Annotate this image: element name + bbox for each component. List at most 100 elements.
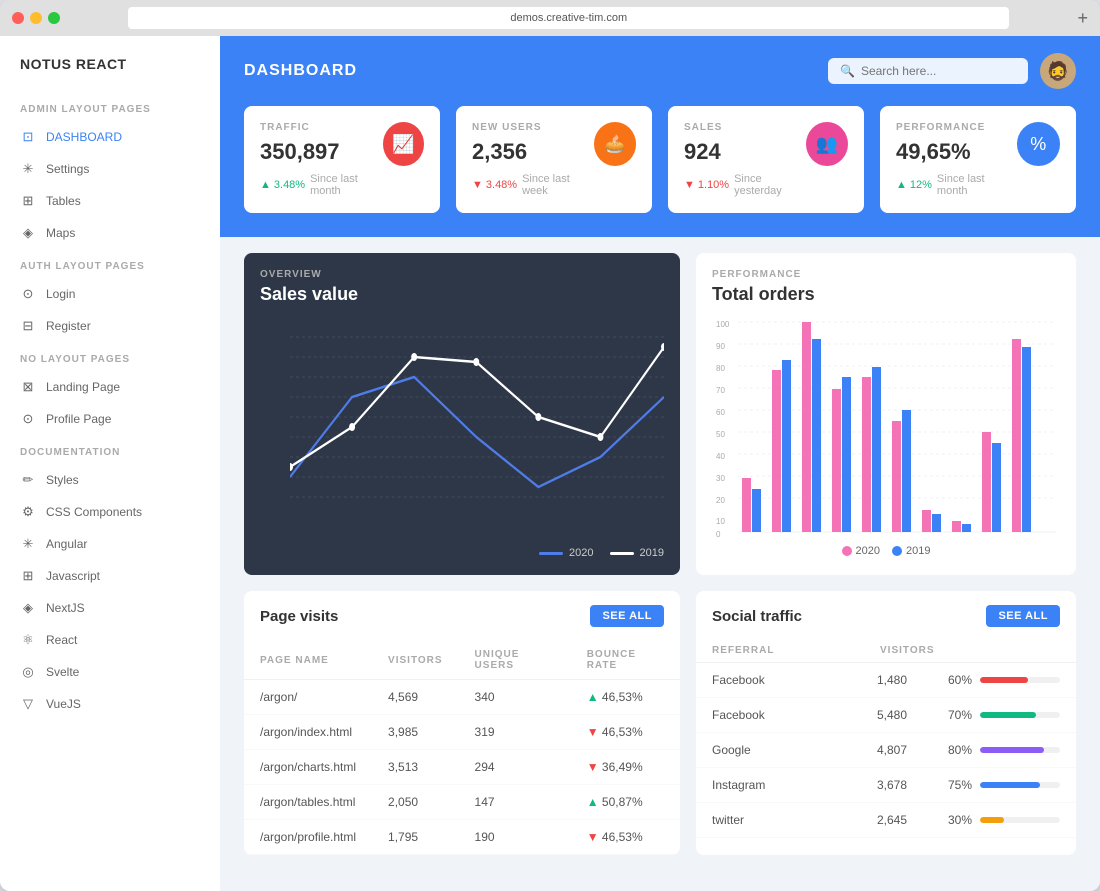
stat-icon-sales: 👥 xyxy=(806,122,848,166)
sidebar-item-profile[interactable]: ⊙ Profile Page xyxy=(0,403,220,435)
stat-change-performance: ▲ 12% Since last month xyxy=(896,173,1017,197)
social-name: Facebook xyxy=(712,673,877,687)
stat-change-pct-sales: 1.10% xyxy=(698,179,729,191)
minimize-dot[interactable] xyxy=(30,12,42,24)
login-icon: ⊙ xyxy=(20,286,36,302)
stat-change-pct-new-users: 3.48% xyxy=(486,179,517,191)
social-see-all[interactable]: SEE ALL xyxy=(986,605,1060,627)
nextjs-icon: ◈ xyxy=(20,600,36,616)
close-dot[interactable] xyxy=(12,12,24,24)
social-visitors-val: 4,807 xyxy=(877,743,937,757)
svg-text:20: 20 xyxy=(716,496,725,505)
new-tab-button[interactable]: + xyxy=(1077,9,1088,27)
sidebar: NOTUS REACT ADMIN LAYOUT PAGES ⊡ DASHBOA… xyxy=(0,36,220,891)
col-visitors: VISITORS xyxy=(372,641,459,680)
login-label: Login xyxy=(46,287,75,301)
stat-change-traffic: ▲ 3.48% Since last month xyxy=(260,173,383,197)
stat-label-sales: SALES xyxy=(684,122,806,133)
table-row: /argon/tables.html 2,050 147 ▲ 50,87% xyxy=(244,785,680,820)
line-chart-container xyxy=(260,317,664,537)
sidebar-item-react[interactable]: ⚛ React xyxy=(0,624,220,656)
sidebar-item-angular[interactable]: ✳ Angular xyxy=(0,528,220,560)
stat-value-sales: 924 xyxy=(684,139,806,165)
stat-label-performance: PERFORMANCE xyxy=(896,122,1017,133)
sidebar-section-label: ADMIN LAYOUT PAGES xyxy=(0,92,220,121)
bar-dot-2020 xyxy=(842,546,852,556)
svg-text:0: 0 xyxy=(716,530,721,537)
tables-section: Page visits SEE ALL PAGE NAME VISITORS U… xyxy=(220,591,1100,879)
sidebar-item-settings[interactable]: ✳ Settings xyxy=(0,153,220,185)
col-bounce: BOUNCE RATE xyxy=(571,641,680,680)
cell-page: /argon/index.html xyxy=(244,715,372,750)
sidebar-item-landing[interactable]: ⊠ Landing Page xyxy=(0,371,220,403)
browser-toolbar: demos.creative-tim.com + xyxy=(0,0,1100,36)
page-visits-card: Page visits SEE ALL PAGE NAME VISITORS U… xyxy=(244,591,680,855)
cell-page: /argon/ xyxy=(244,680,372,715)
col-referral: REFERRAL xyxy=(712,645,880,656)
svelte-label: Svelte xyxy=(46,665,79,679)
nextjs-label: NextJS xyxy=(46,601,85,615)
sidebar-item-dashboard[interactable]: ⊡ DASHBOARD xyxy=(0,121,220,153)
sidebar-item-svelte[interactable]: ◎ Svelte xyxy=(0,656,220,688)
dashboard-icon: ⊡ xyxy=(20,129,36,145)
css-label: CSS Components xyxy=(46,505,142,519)
stat-label-new-users: NEW USERS xyxy=(472,122,594,133)
table-row: /argon/index.html 3,985 319 ▼ 46,53% xyxy=(244,715,680,750)
sidebar-item-register[interactable]: ⊟ Register xyxy=(0,310,220,342)
search-input[interactable] xyxy=(861,64,1016,78)
stat-icon-symbol-sales: 👥 xyxy=(816,134,838,155)
stat-card-traffic: TRAFFIC 350,897 ▲ 3.48% Since last month… xyxy=(244,106,440,213)
sidebar-item-styles[interactable]: ✏ Styles xyxy=(0,464,220,496)
sidebar-item-maps[interactable]: ◈ Maps xyxy=(0,217,220,249)
sales-chart-card: OVERVIEW Sales value xyxy=(244,253,680,575)
sidebar-item-login[interactable]: ⊙ Login xyxy=(0,278,220,310)
sidebar-item-nextjs[interactable]: ◈ NextJS xyxy=(0,592,220,624)
social-pct-val: 30% xyxy=(937,813,972,827)
list-item: Google 4,807 80% xyxy=(696,733,1076,768)
progress-fill xyxy=(980,677,1028,683)
cell-page: /argon/tables.html xyxy=(244,785,372,820)
browser-dots xyxy=(12,12,60,24)
search-box[interactable]: 🔍 xyxy=(828,58,1028,84)
cell-visitors: 3,513 xyxy=(372,750,459,785)
progress-bar xyxy=(980,677,1060,683)
social-rows: Facebook 1,480 60% Facebook 5,480 70% Go… xyxy=(696,663,1076,838)
sidebar-item-javascript[interactable]: ⊞ Javascript xyxy=(0,560,220,592)
stat-info-sales: SALES 924 ▼ 1.10% Since yesterday xyxy=(684,122,806,197)
stat-card-new-users: NEW USERS 2,356 ▼ 3.48% Since last week … xyxy=(456,106,652,213)
page-visits-see-all[interactable]: SEE ALL xyxy=(590,605,664,627)
progress-fill xyxy=(980,712,1036,718)
sidebar-item-tables[interactable]: ⊞ Tables xyxy=(0,185,220,217)
sidebar-item-vuejs[interactable]: ▽ VueJS xyxy=(0,688,220,720)
legend-line-2019 xyxy=(610,552,634,555)
stat-info-performance: PERFORMANCE 49,65% ▲ 12% Since last mont… xyxy=(896,122,1017,197)
page-title: DASHBOARD xyxy=(244,62,357,80)
bar-legend-label-2019: 2019 xyxy=(906,545,930,557)
stat-card-performance: PERFORMANCE 49,65% ▲ 12% Since last mont… xyxy=(880,106,1076,213)
app-layout: NOTUS REACT ADMIN LAYOUT PAGES ⊡ DASHBOA… xyxy=(0,36,1100,891)
main-content: DASHBOARD 🔍 🧔 TRAFFIC 350,897 ▲ 3.48% xyxy=(220,36,1100,891)
url-text: demos.creative-tim.com xyxy=(510,12,627,24)
cell-bounce: ▼ 46,53% xyxy=(571,715,680,750)
avatar[interactable]: 🧔 xyxy=(1040,53,1076,89)
bar-legend-label-2020: 2020 xyxy=(856,545,880,557)
stat-arrow-traffic: ▲ xyxy=(260,179,271,191)
search-icon: 🔍 xyxy=(840,64,855,78)
stat-info-new-users: NEW USERS 2,356 ▼ 3.48% Since last week xyxy=(472,122,594,197)
svg-text:100: 100 xyxy=(716,320,730,329)
stat-change-sales: ▼ 1.10% Since yesterday xyxy=(684,173,806,197)
avatar-image: 🧔 xyxy=(1047,61,1069,82)
sidebar-item-css[interactable]: ⚙ CSS Components xyxy=(0,496,220,528)
line-chart-plot xyxy=(290,317,664,517)
maximize-dot[interactable] xyxy=(48,12,60,24)
progress-bar xyxy=(980,712,1060,718)
social-pct-val: 70% xyxy=(937,708,972,722)
social-visitors-val: 5,480 xyxy=(877,708,937,722)
stat-icon-traffic: 📈 xyxy=(383,122,424,166)
stat-arrow-performance: ▲ xyxy=(896,179,907,191)
url-bar[interactable]: demos.creative-tim.com xyxy=(128,7,1009,29)
angular-icon: ✳ xyxy=(20,536,36,552)
stat-arrow-new-users: ▼ xyxy=(472,179,483,191)
social-name: Instagram xyxy=(712,778,877,792)
legend-line-2020 xyxy=(539,552,563,555)
